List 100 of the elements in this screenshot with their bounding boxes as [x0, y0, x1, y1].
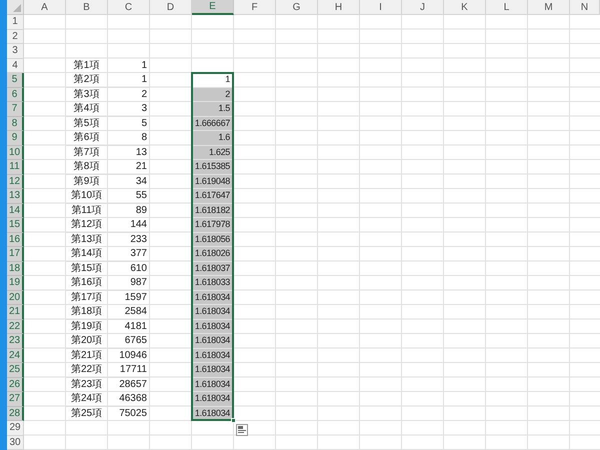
- column-header[interactable]: G: [276, 0, 318, 15]
- row-header[interactable]: 19: [7, 276, 24, 290]
- column-header[interactable]: D: [150, 0, 192, 15]
- table-cell[interactable]: 75025: [108, 406, 150, 421]
- table-cell[interactable]: 1.618034: [192, 334, 234, 348]
- table-cell[interactable]: 第11項: [66, 204, 108, 218]
- row-header[interactable]: 27: [7, 392, 24, 406]
- table-cell[interactable]: 21: [108, 160, 150, 174]
- table-cell[interactable]: 8: [108, 131, 150, 146]
- column-header[interactable]: B: [66, 0, 108, 15]
- table-cell[interactable]: 第3項: [66, 88, 108, 102]
- row-header[interactable]: 1: [7, 15, 24, 30]
- row-header[interactable]: 16: [7, 232, 24, 247]
- row-header[interactable]: 2: [7, 30, 24, 44]
- table-cell[interactable]: 1: [108, 58, 150, 73]
- table-cell[interactable]: 13: [108, 146, 150, 160]
- quick-analysis-icon[interactable]: [236, 424, 248, 436]
- table-cell[interactable]: 第4項: [66, 102, 108, 116]
- row-header[interactable]: 17: [7, 247, 24, 262]
- table-cell[interactable]: 1: [108, 73, 150, 88]
- table-cell[interactable]: 第24項: [66, 392, 108, 406]
- row-header[interactable]: 15: [7, 218, 24, 232]
- column-header[interactable]: N: [570, 0, 600, 15]
- table-cell[interactable]: 1.618033: [192, 276, 234, 290]
- table-cell[interactable]: 第10項: [66, 189, 108, 204]
- row-header[interactable]: 3: [7, 44, 24, 58]
- table-cell[interactable]: 4181: [108, 320, 150, 334]
- row-header[interactable]: 7: [7, 102, 24, 116]
- table-cell[interactable]: 第20項: [66, 334, 108, 348]
- table-cell[interactable]: 第1項: [66, 58, 108, 73]
- table-cell[interactable]: 377: [108, 247, 150, 262]
- row-header[interactable]: 4: [7, 58, 24, 73]
- table-cell[interactable]: 46368: [108, 392, 150, 406]
- column-header[interactable]: J: [402, 0, 444, 15]
- row-header[interactable]: 20: [7, 290, 24, 305]
- row-header[interactable]: 23: [7, 334, 24, 348]
- table-cell[interactable]: 第6項: [66, 131, 108, 146]
- table-cell[interactable]: 1.618034: [192, 392, 234, 406]
- column-header[interactable]: A: [24, 0, 66, 15]
- table-cell[interactable]: 17711: [108, 363, 150, 378]
- table-cell[interactable]: 第2項: [66, 73, 108, 88]
- row-header[interactable]: 29: [7, 421, 24, 436]
- table-cell[interactable]: 第9項: [66, 174, 108, 189]
- row-header[interactable]: 21: [7, 305, 24, 320]
- row-header[interactable]: 22: [7, 320, 24, 334]
- row-header[interactable]: 5: [7, 73, 24, 88]
- table-cell[interactable]: 28657: [108, 378, 150, 392]
- table-cell[interactable]: 1.617647: [192, 189, 234, 204]
- table-cell[interactable]: 第17項: [66, 290, 108, 305]
- column-header[interactable]: M: [528, 0, 570, 15]
- column-header[interactable]: E: [192, 0, 234, 15]
- table-cell[interactable]: 第7項: [66, 146, 108, 160]
- table-cell[interactable]: 1.618034: [192, 305, 234, 320]
- table-cell[interactable]: 第18項: [66, 305, 108, 320]
- table-cell[interactable]: 第21項: [66, 348, 108, 363]
- row-header[interactable]: 24: [7, 348, 24, 363]
- table-cell[interactable]: 610: [108, 262, 150, 276]
- table-cell[interactable]: 233: [108, 232, 150, 247]
- row-header[interactable]: 28: [7, 406, 24, 421]
- table-cell[interactable]: 10946: [108, 348, 150, 363]
- table-cell[interactable]: 1.618026: [192, 247, 234, 262]
- row-header[interactable]: 25: [7, 363, 24, 378]
- column-header[interactable]: I: [360, 0, 402, 15]
- table-cell[interactable]: 第14項: [66, 247, 108, 262]
- column-header[interactable]: K: [444, 0, 486, 15]
- table-cell[interactable]: 第19項: [66, 320, 108, 334]
- table-cell[interactable]: 1.618034: [192, 363, 234, 378]
- table-cell[interactable]: 1.5: [192, 102, 234, 116]
- table-cell[interactable]: 987: [108, 276, 150, 290]
- table-cell[interactable]: 1597: [108, 290, 150, 305]
- row-header[interactable]: 13: [7, 189, 24, 204]
- table-cell[interactable]: 55: [108, 189, 150, 204]
- row-header[interactable]: 9: [7, 131, 24, 146]
- table-cell[interactable]: 1.615385: [192, 160, 234, 174]
- table-cell[interactable]: 第8項: [66, 160, 108, 174]
- row-header[interactable]: 26: [7, 378, 24, 392]
- column-header[interactable]: H: [318, 0, 360, 15]
- column-header[interactable]: F: [234, 0, 276, 15]
- row-header[interactable]: 14: [7, 204, 24, 218]
- table-cell[interactable]: 2: [108, 88, 150, 102]
- table-cell[interactable]: 1.6: [192, 131, 234, 146]
- table-cell[interactable]: 第25項: [66, 406, 108, 421]
- row-header[interactable]: 12: [7, 174, 24, 189]
- table-cell[interactable]: 第16項: [66, 276, 108, 290]
- table-cell[interactable]: 89: [108, 204, 150, 218]
- row-header[interactable]: 18: [7, 262, 24, 276]
- table-cell[interactable]: 第13項: [66, 232, 108, 247]
- row-header[interactable]: 6: [7, 88, 24, 102]
- table-cell[interactable]: 5: [108, 116, 150, 131]
- table-cell[interactable]: 2584: [108, 305, 150, 320]
- column-header[interactable]: C: [108, 0, 150, 15]
- table-cell[interactable]: 第15項: [66, 262, 108, 276]
- table-cell[interactable]: 第23項: [66, 378, 108, 392]
- table-cell[interactable]: 第22項: [66, 363, 108, 378]
- table-cell[interactable]: 1.617978: [192, 218, 234, 232]
- row-header[interactable]: 10: [7, 146, 24, 160]
- table-cell[interactable]: 第5項: [66, 116, 108, 131]
- table-cell[interactable]: 3: [108, 102, 150, 116]
- row-header[interactable]: 11: [7, 160, 24, 174]
- column-header[interactable]: L: [486, 0, 528, 15]
